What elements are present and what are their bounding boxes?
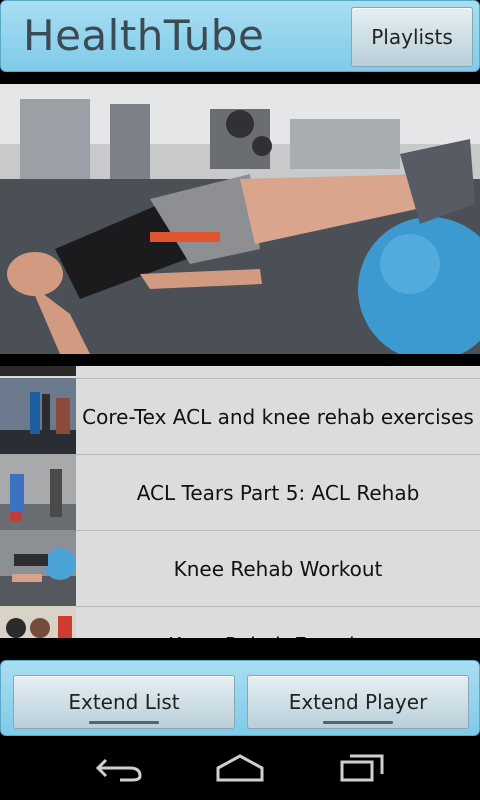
list-item-label: Knee Rehab Workout <box>76 530 480 606</box>
thumbnail <box>0 454 76 530</box>
app-header: HealthTube Playlists <box>0 0 480 72</box>
active-indicator <box>323 721 393 724</box>
list-item[interactable]: Knee Rehab Exercises <box>0 606 480 638</box>
list-item[interactable] <box>0 366 480 376</box>
list-item[interactable]: Core-Tex ACL and knee rehab exercises <box>0 378 480 454</box>
list-item[interactable]: ACL Tears Part 5: ACL Rehab <box>0 454 480 530</box>
extend-list-label: Extend List <box>68 690 180 714</box>
video-player[interactable] <box>0 84 480 354</box>
thumbnail <box>0 366 76 376</box>
list-item-label: ACL Tears Part 5: ACL Rehab <box>76 454 480 530</box>
thumbnail <box>0 530 76 606</box>
system-nav-bar <box>0 736 480 800</box>
video-list[interactable]: Core-Tex ACL and knee rehab exercises AC… <box>0 366 480 638</box>
home-icon[interactable] <box>214 754 266 782</box>
playlists-button[interactable]: Playlists <box>351 7 473 67</box>
list-item[interactable]: Knee Rehab Workout <box>0 530 480 606</box>
extend-player-label: Extend Player <box>288 690 428 714</box>
recent-apps-icon[interactable] <box>336 754 388 782</box>
extend-list-button[interactable]: Extend List <box>13 675 235 729</box>
active-indicator <box>89 721 159 724</box>
thumbnail <box>0 606 76 638</box>
back-icon[interactable] <box>94 754 146 782</box>
video-frame <box>0 84 480 354</box>
list-item-label: Knee Rehab Exercises <box>76 606 480 638</box>
list-item-label: Core-Tex ACL and knee rehab exercises <box>76 378 480 454</box>
thumbnail <box>0 378 76 454</box>
app-title: HealthTube <box>23 11 265 60</box>
extend-player-button[interactable]: Extend Player <box>247 675 469 729</box>
bottom-toolbar: Extend List Extend Player <box>0 660 480 736</box>
